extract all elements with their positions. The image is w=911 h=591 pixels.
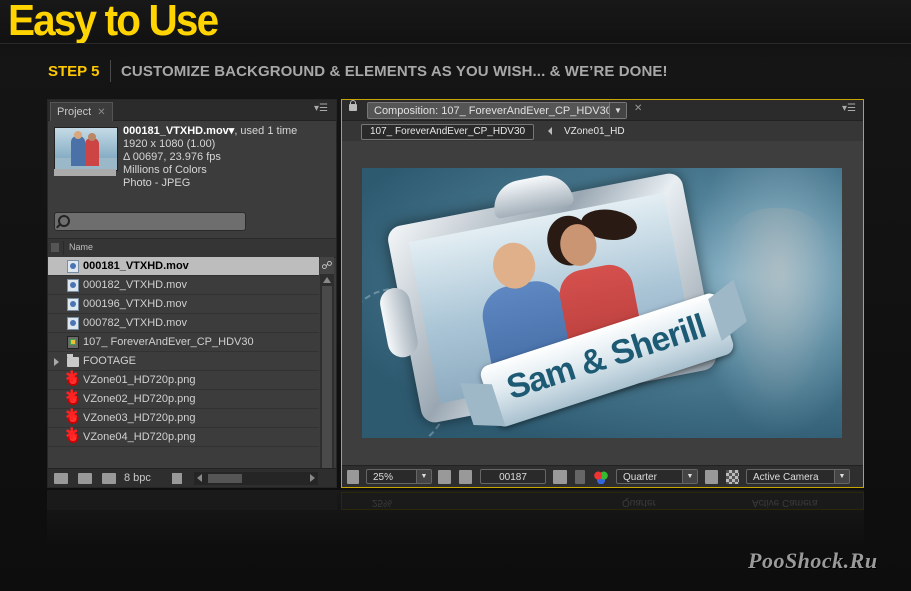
resolution-select[interactable]: Quarter ▼ [616,469,698,484]
region-icon[interactable] [438,470,451,484]
step-divider [110,60,111,82]
list-item[interactable]: 107_ ForeverAndEver_CP_HDV30 [48,333,319,352]
lock-icon[interactable] [349,100,357,111]
footage-icon [67,279,79,292]
composition-tab-bar: Composition: 107_ ForeverAndEver_CP_HDV3… [342,100,863,121]
footage-icon [67,260,79,273]
image-file-icon [65,389,79,406]
scroll-up-icon[interactable] [323,277,331,283]
panel-reflection: 25% Quarter Active Camera [47,490,864,550]
footage-thumbnail [54,127,118,171]
folder-icon [67,354,79,367]
footage-codec: Photo - JPEG [123,177,191,189]
expand-triangle-icon[interactable] [54,358,59,366]
page: Easy to Use STEP 5 CUSTOMIZE BACKGROUND … [0,0,911,591]
chevron-down-icon[interactable]: ▼ [682,470,697,483]
list-item[interactable]: 000181_VTXHD.mov [48,257,319,276]
flowchart-icon[interactable]: ☍ [320,257,334,275]
tab-composition[interactable]: Composition: 107_ ForeverAndEver_CP_HDV3… [367,102,627,119]
footage-info: 000181_VTXHD.mov▾, used 1 time 1920 x 10… [123,125,297,190]
region-of-interest-icon[interactable] [705,470,718,484]
list-item[interactable]: 000782_VTXHD.mov [48,314,319,333]
interpret-footage-icon[interactable] [54,473,68,484]
color-channels-icon[interactable] [594,470,608,484]
footage-name[interactable]: 000181_VTXHD.mov▾ [123,125,234,137]
watermark-logo: PooShock.Ru [748,548,878,573]
footage-icon [67,298,79,311]
thumbnail-bar [54,169,116,176]
grid-icon[interactable] [459,470,472,484]
footage-icon [67,317,79,330]
breadcrumb-composition[interactable]: 107_ ForeverAndEver_CP_HDV30 [361,124,535,140]
project-panel: Project ✕ ▾☰ 000181_VTXHD.mov▾, used 1 ti… [47,99,337,488]
chevron-down-icon[interactable]: ▼ [834,470,849,483]
new-composition-icon[interactable] [102,473,116,484]
footage-resolution: 1920 x 1080 (1.00) [123,138,216,150]
project-list: 000181_VTXHD.mov 000182_VTXHD.mov 000196… [48,257,319,447]
footage-used: , used 1 time [234,125,298,137]
breadcrumb-arrow-icon [548,127,552,135]
list-item[interactable]: VZone02_HD720p.png [48,389,319,409]
hero-title: Easy to Use [8,0,219,45]
list-item[interactable]: VZone01_HD720p.png [48,370,319,390]
search-icon [58,215,70,227]
camera-select[interactable]: Active Camera ▼ [746,469,850,484]
comp-canvas[interactable]: Sam & Sherill [362,168,842,438]
composition-icon [67,336,79,349]
footage-colors: Millions of Colors [123,164,207,176]
bit-depth-button[interactable]: 8 bpc [124,472,151,484]
image-file-icon [65,408,79,425]
always-preview-icon[interactable] [347,470,359,484]
search-input[interactable] [54,212,246,231]
project-tab-bar: Project ✕ ▾☰ [48,100,336,121]
snapshot-icon[interactable] [553,470,567,484]
composition-breadcrumb: 107_ ForeverAndEver_CP_HDV30 VZone01_HD [342,121,863,141]
vertical-scrollbar[interactable] [320,274,334,487]
footage-duration: Δ 00697, 23.976 fps [123,151,221,163]
composition-panel: Composition: 107_ ForeverAndEver_CP_HDV3… [341,99,864,488]
scroll-right-icon[interactable] [310,474,315,482]
chevron-down-icon[interactable]: ▼ [609,103,626,118]
column-header: Name [48,238,336,258]
list-item[interactable]: VZone04_HD720p.png [48,427,319,447]
tab-project[interactable]: Project ✕ [50,102,113,121]
composition-viewer[interactable]: Sam & Sherill [342,141,863,465]
list-item[interactable]: VZone03_HD720p.png [48,408,319,428]
trash-icon[interactable] [172,473,182,484]
close-icon[interactable]: ✕ [97,107,105,118]
list-item[interactable]: 000182_VTXHD.mov [48,276,319,295]
new-folder-icon[interactable] [78,473,92,484]
image-file-icon [65,370,79,387]
scroll-left-icon[interactable] [197,474,202,482]
image-file-icon [65,427,79,444]
hero-divider [0,43,911,44]
close-icon[interactable]: ✕ [634,103,642,114]
list-item[interactable]: 000196_VTXHD.mov [48,295,319,314]
step-label: STEP 5 [48,63,100,80]
breadcrumb-layer[interactable]: VZone01_HD [564,126,625,137]
tab-project-label: Project [57,106,92,118]
panel-menu-icon[interactable]: ▾☰ [842,103,856,114]
column-name-header[interactable]: Name [69,242,93,252]
viewer-controls: 25% ▼ 00187 Quarter ▼ Active Camera ▼ [342,465,863,487]
transparency-grid-icon[interactable] [726,470,739,484]
panel-menu-icon[interactable]: ▾☰ [314,103,328,114]
composition-tab-label: Composition: 107_ ForeverAndEver_CP_HDV3… [374,105,612,117]
show-snapshot-icon[interactable] [575,470,585,484]
step-description: CUSTOMIZE BACKGROUND & ELEMENTS AS YOU W… [121,63,668,80]
current-time-field[interactable]: 00187 [480,469,546,484]
zoom-select[interactable]: 25% ▼ [366,469,432,484]
label-column-icon[interactable] [51,243,59,252]
chevron-down-icon[interactable]: ▼ [416,470,431,483]
list-item[interactable]: FOOTAGE [48,352,319,371]
horizontal-scrollbar[interactable] [194,472,318,485]
project-footer: 8 bpc [48,468,336,487]
